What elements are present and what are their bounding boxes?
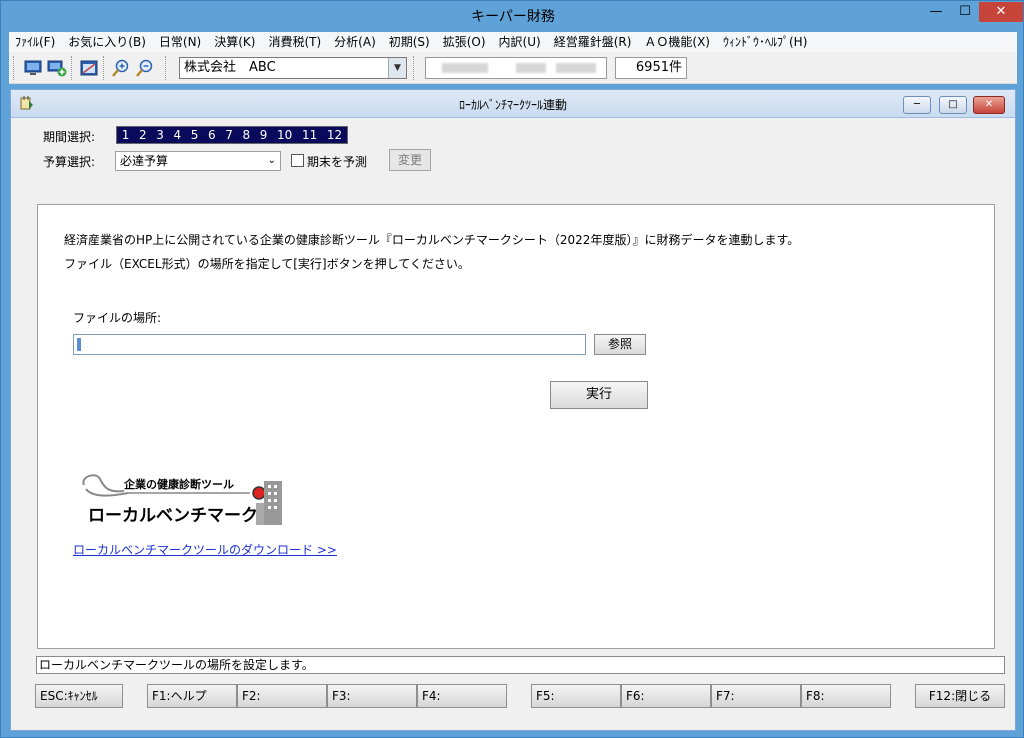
- period-10[interactable]: 10: [277, 128, 292, 142]
- budget-value: 必達予算: [120, 154, 169, 168]
- chevron-down-icon[interactable]: ▼: [388, 58, 406, 78]
- app-window: キーパー財務 — ☐ ✕ ﾌｧｲﾙ(F) お気に入り(B) 日常(N) 決算(K…: [0, 0, 1024, 738]
- fkey-esc-cancel[interactable]: ESC:ｷｬﾝｾﾙ: [35, 684, 123, 708]
- toolbar-grip[interactable]: [13, 56, 16, 80]
- fkey-f1-help[interactable]: F1:ヘルプ: [147, 684, 237, 708]
- budget-label: 予算選択:: [43, 155, 96, 169]
- forecast-label[interactable]: 期末を予測: [307, 153, 367, 170]
- record-count: 6951件: [615, 57, 687, 79]
- period-selector[interactable]: 1 2 3 4 5 6 7 8 9 10 11 12: [116, 126, 348, 144]
- file-location-label: ファイルの場所:: [73, 311, 162, 325]
- budget-select[interactable]: 必達予算 ⌄: [115, 151, 281, 171]
- dialog-window: ﾛｰｶﾙﾍﾞﾝﾁﾏｰｸﾂｰﾙ連動 ─ □ ✕ 期間選択: 1 2 3 4 5 6…: [10, 89, 1016, 731]
- toolbar-separator: [71, 56, 74, 80]
- logo-title: ローカルベンチマーク: [88, 506, 258, 526]
- dialog-maximize-button[interactable]: □: [939, 96, 967, 114]
- minimize-button[interactable]: —: [921, 2, 951, 22]
- fkey-f2[interactable]: F2:: [237, 684, 327, 708]
- run-button[interactable]: 実行: [550, 381, 648, 409]
- description-line-2: ファイル（EXCEL形式）の場所を指定して[実行]ボタンを押してください。: [64, 257, 470, 271]
- zoom-in-icon[interactable]: [111, 58, 131, 78]
- content-panel: 経済産業省のHP上に公開されている企業の健康診断ツール『ローカルベンチマークシー…: [37, 204, 995, 649]
- menu-extension[interactable]: 拡張(O): [437, 32, 493, 52]
- chevron-down-icon[interactable]: ⌄: [268, 152, 276, 170]
- period-12[interactable]: 12: [327, 128, 342, 142]
- menu-breakdown[interactable]: 内訳(U): [493, 32, 548, 52]
- dialog-title: ﾛｰｶﾙﾍﾞﾝﾁﾏｰｸﾂｰﾙ連動: [458, 98, 567, 112]
- description-line-1: 経済産業省のHP上に公開されている企業の健康診断ツール『ローカルベンチマークシー…: [64, 233, 800, 247]
- menu-bar: ﾌｧｲﾙ(F) お気に入り(B) 日常(N) 決算(K) 消費税(T) 分析(A…: [9, 32, 1017, 52]
- dialog-title-bar[interactable]: ﾛｰｶﾙﾍﾞﾝﾁﾏｰｸﾂｰﾙ連動 ─ □ ✕: [11, 90, 1015, 118]
- toolbar-separator: [103, 56, 106, 80]
- menu-daily[interactable]: 日常(N): [153, 32, 208, 52]
- download-link[interactable]: ローカルベンチマークツールのダウンロード >>: [73, 541, 337, 558]
- period-3[interactable]: 3: [156, 128, 164, 142]
- fkey-f12-close[interactable]: F12:閉じる: [915, 684, 1005, 708]
- menu-favorites[interactable]: お気に入り(B): [62, 32, 153, 52]
- company-value: 株式会社 ABC: [184, 60, 276, 75]
- menu-initial[interactable]: 初期(S): [383, 32, 437, 52]
- browse-button[interactable]: 参照: [594, 334, 646, 355]
- period-label: 期間選択:: [43, 130, 96, 144]
- menu-ao-functions[interactable]: ＡＯ機能(X): [638, 32, 717, 52]
- menu-file[interactable]: ﾌｧｲﾙ(F): [9, 32, 62, 52]
- close-button[interactable]: ✕: [979, 2, 1023, 22]
- status-bar: ローカルベンチマークツールの場所を設定します。: [36, 656, 1005, 674]
- menu-analysis[interactable]: 分析(A): [328, 32, 383, 52]
- text-caret: [77, 338, 81, 351]
- file-path-input[interactable]: [73, 334, 586, 355]
- period-9[interactable]: 9: [260, 128, 268, 142]
- window-title: キーパー財務: [471, 9, 555, 25]
- logo-subtitle: 企業の健康診断ツール: [124, 478, 234, 491]
- maximize-button[interactable]: ☐: [951, 2, 979, 22]
- monitor-icon[interactable]: [23, 58, 43, 78]
- monitor-add-icon[interactable]: [47, 58, 67, 78]
- change-button[interactable]: 変更: [389, 149, 431, 171]
- period-8[interactable]: 8: [243, 128, 251, 142]
- toolbar: 株式会社 ABC ▼ 6951件: [9, 52, 1017, 84]
- period-6[interactable]: 6: [208, 128, 216, 142]
- fkey-f6[interactable]: F6:: [621, 684, 711, 708]
- title-bar[interactable]: キーパー財務 — ☐ ✕: [1, 1, 1024, 33]
- redacted-field: [425, 57, 607, 79]
- zoom-out-icon[interactable]: [135, 58, 155, 78]
- fkey-f5[interactable]: F5:: [531, 684, 621, 708]
- menu-consumption-tax[interactable]: 消費税(T): [262, 32, 328, 52]
- fkey-f3[interactable]: F3:: [327, 684, 417, 708]
- fkey-f4[interactable]: F4:: [417, 684, 507, 708]
- period-7[interactable]: 7: [225, 128, 233, 142]
- period-1[interactable]: 1: [122, 128, 130, 142]
- toolbar-separator: [165, 56, 168, 80]
- period-11[interactable]: 11: [302, 128, 317, 142]
- period-2[interactable]: 2: [139, 128, 147, 142]
- menu-settlement[interactable]: 決算(K): [208, 32, 262, 52]
- dialog-minimize-button[interactable]: ─: [903, 96, 931, 114]
- dialog-close-button[interactable]: ✕: [973, 96, 1005, 114]
- period-4[interactable]: 4: [174, 128, 182, 142]
- local-benchmark-logo: 企業の健康診断ツール ローカルベンチマーク: [78, 467, 298, 527]
- forecast-checkbox[interactable]: [291, 154, 304, 167]
- menu-compass[interactable]: 経営羅針盤(R): [548, 32, 639, 52]
- period-5[interactable]: 5: [191, 128, 199, 142]
- fkey-f7[interactable]: F7:: [711, 684, 801, 708]
- company-select[interactable]: 株式会社 ABC ▼: [179, 57, 407, 79]
- menu-window-help[interactable]: ｳｨﾝﾄﾞｳ･ﾍﾙﾌﾟ(H): [717, 32, 814, 52]
- window-icon[interactable]: [79, 58, 99, 78]
- fkey-f8[interactable]: F8:: [801, 684, 891, 708]
- toolbar-separator: [413, 56, 416, 80]
